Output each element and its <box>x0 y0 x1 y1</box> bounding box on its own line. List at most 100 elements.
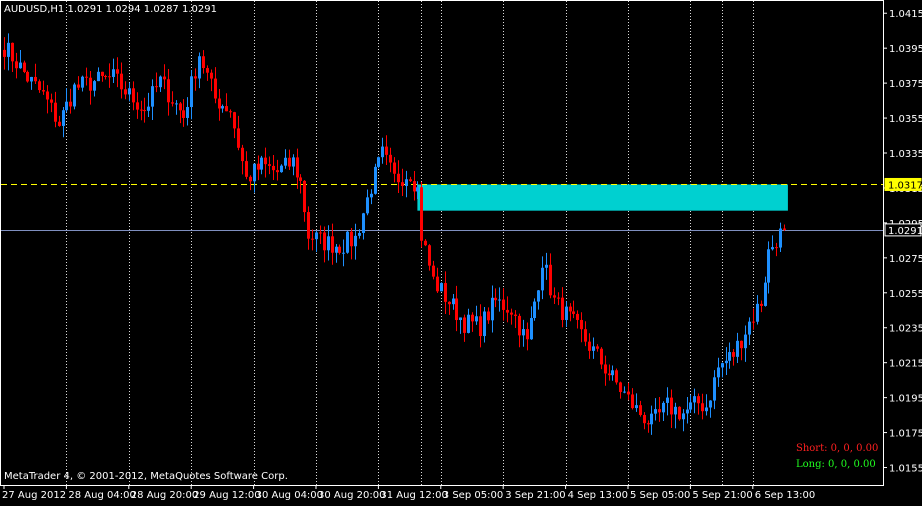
candle <box>370 189 373 205</box>
candle-body <box>194 76 197 79</box>
candle <box>253 163 256 193</box>
candle-body <box>627 391 630 395</box>
candle <box>346 230 349 254</box>
price-tick-label: 1.0275 <box>889 254 922 265</box>
candle-body <box>697 396 700 404</box>
time-tick-label: 29 Aug 12:00 <box>193 490 260 501</box>
candle <box>299 174 302 194</box>
candle <box>120 62 123 99</box>
candle-body <box>686 409 689 414</box>
candle <box>338 244 341 255</box>
candle-body <box>623 391 626 393</box>
candle <box>284 149 287 169</box>
candle-body <box>276 170 279 173</box>
candle <box>643 412 646 430</box>
candle-body <box>658 409 661 413</box>
candle <box>732 349 735 366</box>
candle-body <box>358 232 361 236</box>
candle-body <box>498 299 501 301</box>
candle-body <box>97 71 100 82</box>
candle <box>85 67 88 86</box>
candle <box>221 104 224 113</box>
candle-body <box>280 165 283 173</box>
candle-body <box>506 309 509 313</box>
candle-body <box>436 276 439 292</box>
candle <box>701 393 704 420</box>
level-labels-layer: 1.0317 1.0291 <box>884 177 922 237</box>
candle-body <box>366 197 369 214</box>
candle <box>717 357 720 387</box>
candle-body <box>779 228 782 248</box>
candle-body <box>62 110 65 126</box>
candle-body <box>206 68 209 73</box>
candle-body <box>701 403 704 412</box>
candle-body <box>662 402 665 413</box>
chart-canvas[interactable]: 1.04151.03951.03751.03551.03351.03151.02… <box>0 0 922 502</box>
zone-rectangle <box>417 184 788 211</box>
candle <box>662 401 665 422</box>
candle <box>771 235 774 251</box>
candle <box>140 100 143 121</box>
candle <box>666 387 669 416</box>
candle-body <box>241 147 244 162</box>
candle-body <box>182 110 185 118</box>
candle-body <box>120 73 123 90</box>
candle-body <box>315 232 318 240</box>
candle <box>549 253 552 299</box>
candle <box>89 71 92 105</box>
candle-body <box>73 84 76 107</box>
candle-body <box>299 177 302 181</box>
candle <box>331 223 334 265</box>
candle-body <box>245 161 248 177</box>
candle <box>545 252 548 280</box>
candle <box>155 72 158 93</box>
candle <box>272 155 275 180</box>
candle <box>689 394 692 413</box>
candle-body <box>557 297 560 299</box>
candle-body <box>198 56 201 79</box>
candle <box>128 82 131 102</box>
candle <box>202 50 205 74</box>
candle-body <box>483 311 486 337</box>
candle <box>54 91 57 128</box>
candle-body <box>545 264 548 268</box>
candle <box>65 88 68 113</box>
candle <box>233 111 236 139</box>
price-chart[interactable]: 1.04151.03951.03751.03551.03351.03151.02… <box>0 0 922 502</box>
candle <box>7 33 10 71</box>
candle <box>108 63 111 88</box>
candle <box>518 313 521 348</box>
candle-body <box>311 238 314 240</box>
grid-layer <box>66 1 754 485</box>
time-tick-label: 5 Sep 05:00 <box>630 490 690 501</box>
candle-body <box>381 146 384 158</box>
candle <box>580 312 583 343</box>
candle-body <box>163 76 166 80</box>
candle <box>705 394 708 416</box>
candle-body <box>338 246 341 253</box>
candle-body <box>303 180 306 213</box>
candle <box>225 93 228 112</box>
candle <box>311 229 314 251</box>
candle-body <box>30 76 33 82</box>
candle-body <box>23 62 26 72</box>
candle <box>245 151 248 180</box>
candle-body <box>744 334 747 349</box>
time-tick-label: 3 Sep 21:00 <box>505 490 565 501</box>
level-label-text: 1.0291 <box>888 226 922 237</box>
candle-body <box>77 84 80 88</box>
candle <box>670 389 673 428</box>
time-axis[interactable]: 27 Aug 2012 28 Aug 04:0028 Aug 20:0029 Au… <box>2 485 815 501</box>
candle <box>526 322 529 351</box>
candle <box>639 400 642 417</box>
candle <box>23 60 26 74</box>
candle-body <box>171 102 174 104</box>
price-axis[interactable]: 1.04151.03951.03751.03551.03351.03151.02… <box>883 9 922 475</box>
candle-body <box>416 187 419 192</box>
candle-body <box>611 370 614 376</box>
candle-body <box>455 298 458 321</box>
candle <box>46 85 49 114</box>
candle <box>323 226 326 263</box>
candle <box>467 308 470 334</box>
candle <box>498 287 501 312</box>
